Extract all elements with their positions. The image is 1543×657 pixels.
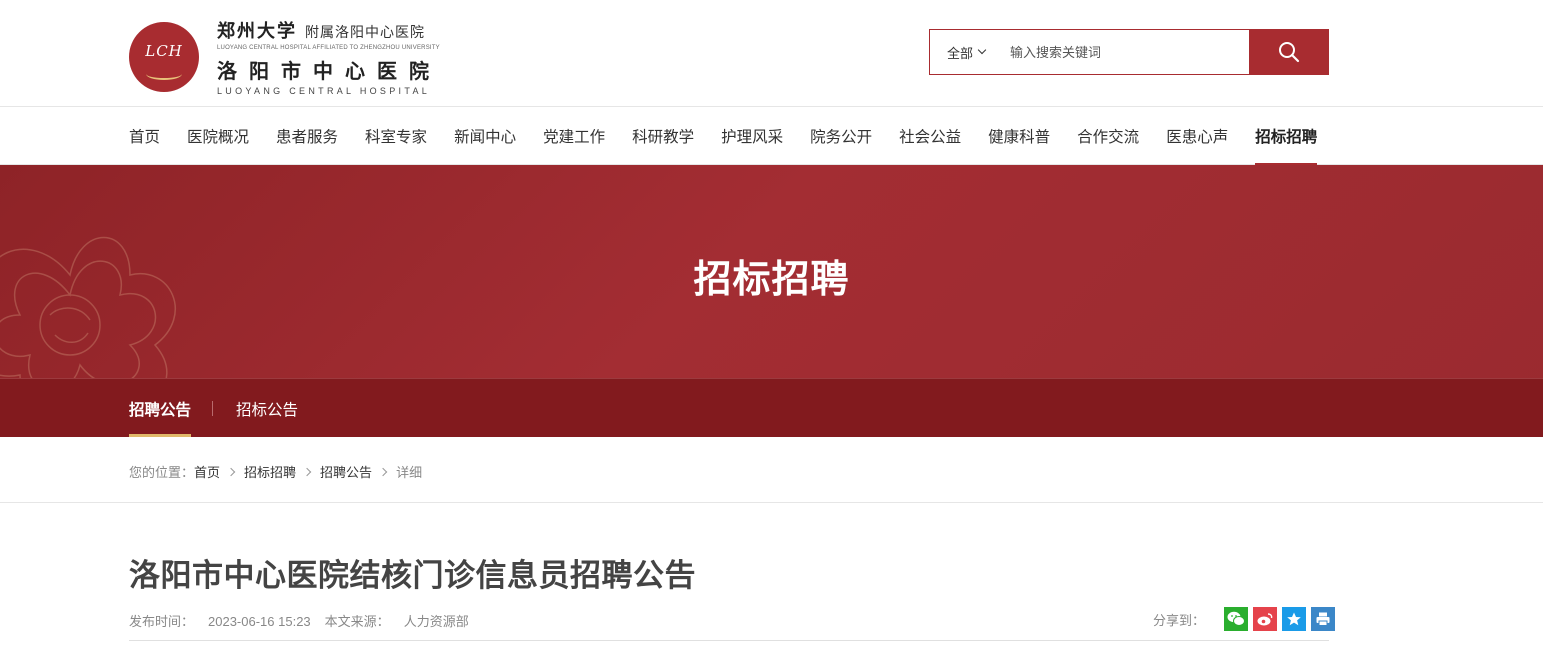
main-nav: 首页 医院概况 患者服务 科室专家 新闻中心 党建工作 科研教学 护理风采 院务公开 社会公益 健康… bbox=[0, 107, 1543, 166]
logo-leaf-icon bbox=[146, 68, 182, 80]
breadcrumb-link-tender-recruitment[interactable]: 招标招聘 bbox=[244, 462, 296, 481]
nav-item[interactable]: 护理风采 bbox=[721, 107, 783, 165]
publish-time: 2023-06-16 15:23 bbox=[208, 614, 311, 629]
affiliation-en: LUOYANG CENTRAL HOSPITAL AFFILIATED TO Z… bbox=[217, 45, 440, 51]
breadcrumb-link-recruitment[interactable]: 招聘公告 bbox=[320, 462, 372, 481]
chevron-right-icon bbox=[302, 467, 312, 476]
subnav-item-label: 招标公告 bbox=[236, 401, 299, 419]
nav-item[interactable]: 医院概况 bbox=[187, 107, 249, 165]
sub-nav: 招聘公告 招标公告 bbox=[0, 378, 1543, 437]
site-header: LCH 郑州大学 附属洛阳中心医院 LUOYANG CENTRAL HOSPIT… bbox=[0, 0, 1543, 107]
hospital-name-en: LUOYANG CENTRAL HOSPITAL bbox=[217, 86, 431, 96]
article-divider bbox=[129, 640, 1329, 641]
article-title: 洛阳市中心医院结核门诊信息员招聘公告 bbox=[129, 558, 696, 593]
main-nav-list: 首页 医院概况 患者服务 科室专家 新闻中心 党建工作 科研教学 护理风采 院务公开 社会公益 健康… bbox=[129, 107, 1318, 166]
subnav-separator bbox=[212, 401, 213, 416]
nav-item[interactable]: 健康科普 bbox=[988, 107, 1050, 165]
chevron-down-icon bbox=[977, 45, 987, 55]
nav-item[interactable]: 社会公益 bbox=[899, 107, 961, 165]
logo-emblem: LCH bbox=[129, 21, 199, 92]
nav-item[interactable]: 院务公开 bbox=[810, 107, 872, 165]
nav-item[interactable]: 患者服务 bbox=[276, 107, 338, 165]
nav-item[interactable]: 医患心声 bbox=[1166, 107, 1228, 165]
nav-item[interactable]: 党建工作 bbox=[543, 107, 605, 165]
nav-item[interactable]: 科室专家 bbox=[365, 107, 427, 165]
breadcrumb: 您的位置： 首页 招标招聘 招聘公告 详细 bbox=[129, 462, 422, 481]
subnav-item-label: 招聘公告 bbox=[129, 401, 192, 419]
hospital-name: 洛阳市中心医院 bbox=[217, 59, 441, 83]
logo-text: 郑州大学 附属洛阳中心医院 LUOYANG CENTRAL HOSPITAL A… bbox=[217, 17, 441, 96]
breadcrumb-prefix: 您的位置： bbox=[129, 465, 195, 480]
search-input[interactable] bbox=[1002, 30, 1249, 74]
breadcrumb-bar: 您的位置： 首页 招标招聘 招聘公告 详细 bbox=[0, 437, 1543, 503]
article-meta: 发布时间： 2023-06-16 15:23 本文来源： 人力资源部 bbox=[129, 611, 469, 630]
nav-item[interactable]: 科研教学 bbox=[632, 107, 694, 165]
page-banner: 招标招聘 招聘公告 招标公告 bbox=[0, 165, 1543, 437]
search-scope-select[interactable]: 全部 bbox=[930, 30, 1002, 74]
nav-item[interactable]: 招标招聘 bbox=[1255, 107, 1318, 166]
source-label: 本文来源： bbox=[324, 614, 390, 629]
subnav-item-tender[interactable]: 招标公告 bbox=[236, 379, 298, 437]
chevron-right-icon bbox=[378, 467, 388, 476]
search-icon bbox=[1279, 42, 1300, 63]
wechat-icon[interactable] bbox=[1224, 607, 1249, 631]
banner-title: 招标招聘 bbox=[693, 259, 850, 301]
nav-item[interactable]: 新闻中心 bbox=[454, 107, 516, 165]
nav-item[interactable]: 合作交流 bbox=[1077, 107, 1139, 165]
chevron-right-icon bbox=[226, 467, 236, 476]
logo-mark: LCH bbox=[145, 41, 183, 60]
source-value: 人力资源部 bbox=[403, 614, 469, 629]
subnav-item-recruitment[interactable]: 招聘公告 bbox=[129, 379, 192, 437]
weibo-icon[interactable] bbox=[1253, 607, 1278, 631]
search-box: 全部 bbox=[929, 29, 1329, 75]
publish-label: 发布时间： bbox=[129, 614, 195, 629]
share-label: 分享到： bbox=[1153, 612, 1206, 628]
share-bar: 分享到： bbox=[1153, 607, 1336, 631]
university-name: 郑州大学 bbox=[217, 21, 297, 42]
favorite-icon[interactable] bbox=[1282, 607, 1307, 631]
nav-item[interactable]: 首页 bbox=[129, 107, 160, 165]
affiliation-name: 附属洛阳中心医院 bbox=[305, 24, 425, 40]
hospital-logo[interactable]: LCH 郑州大学 附属洛阳中心医院 LUOYANG CENTRAL HOSPIT… bbox=[129, 17, 441, 96]
breadcrumb-current: 详细 bbox=[396, 465, 423, 480]
search-button[interactable] bbox=[1249, 29, 1329, 75]
search-scope-value: 全部 bbox=[946, 45, 973, 61]
breadcrumb-link-home[interactable]: 首页 bbox=[194, 462, 220, 481]
print-icon[interactable] bbox=[1311, 607, 1336, 631]
